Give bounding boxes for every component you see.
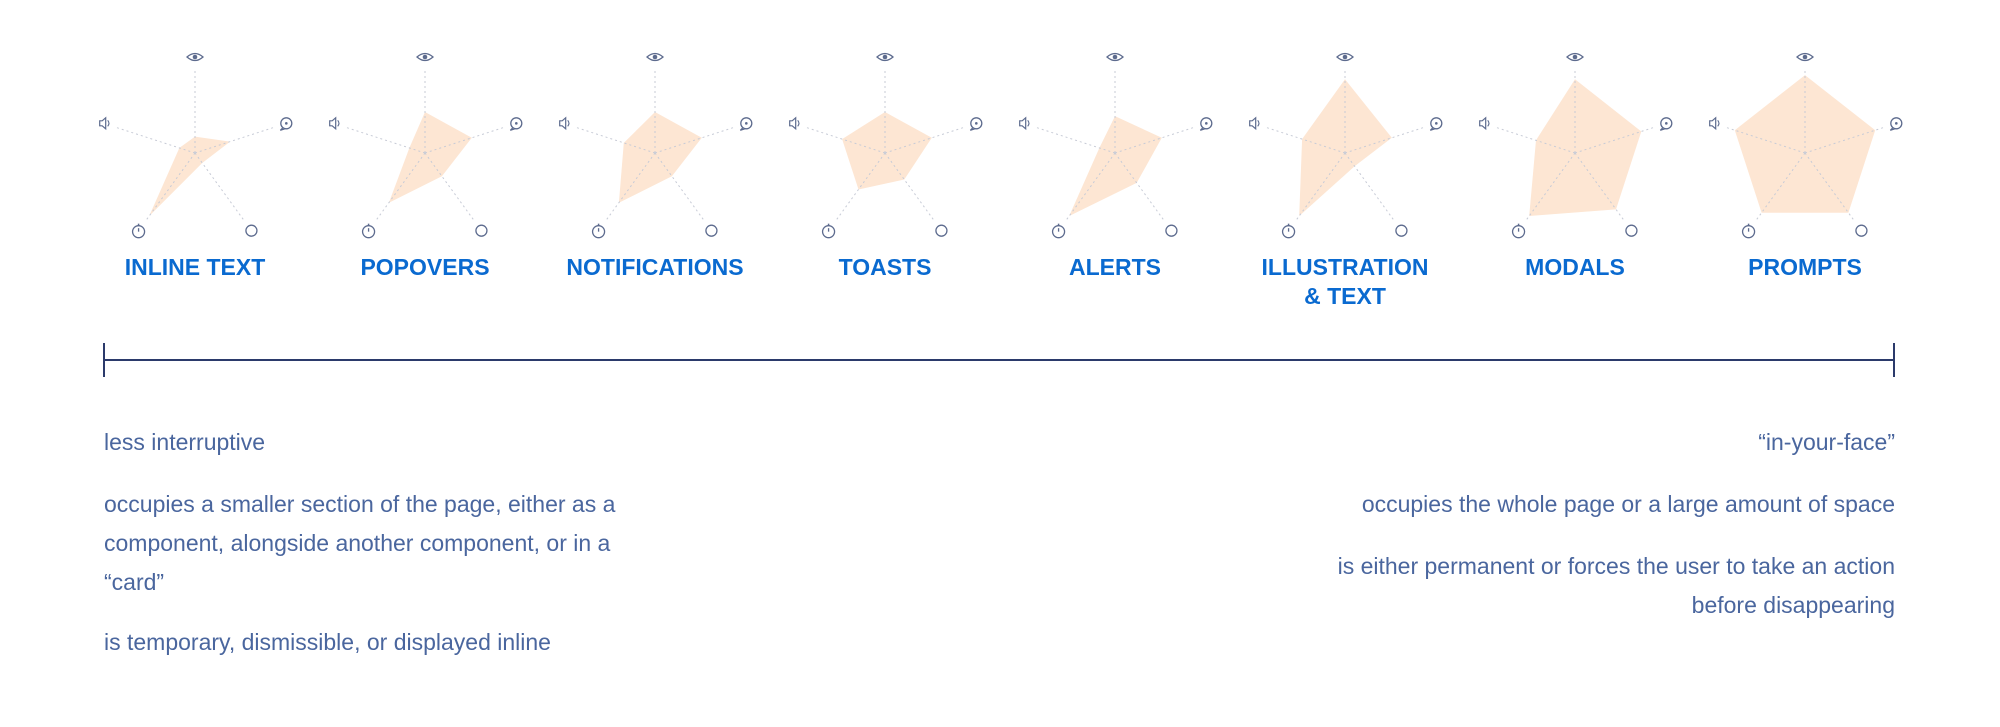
left-line-1: less interruptive: [104, 429, 266, 455]
chat-icon: [739, 117, 753, 131]
eye-icon: [186, 52, 204, 62]
chat-icon: [1889, 117, 1903, 131]
clock-icon: [1855, 224, 1868, 237]
clock-icon: [1165, 224, 1178, 237]
radar-area: [388, 112, 472, 203]
chat-icon: [279, 117, 293, 131]
speaker-icon: [559, 116, 570, 131]
speaker-icon: [1709, 116, 1720, 131]
timer-icon: [591, 223, 606, 239]
chat-icon: [1429, 117, 1443, 131]
radar-chart: [99, 52, 293, 239]
chart-label: PROMPTS: [1748, 254, 1862, 280]
eye-icon: [1796, 52, 1814, 62]
radar-chart: [789, 52, 983, 239]
timer-icon: [1051, 223, 1066, 239]
radar-area: [1734, 75, 1876, 213]
eye-icon: [1336, 52, 1354, 62]
right-line-2: occupies the whole page or a large amoun…: [1361, 491, 1895, 517]
radar-chart: [559, 52, 753, 239]
radar-chart: [329, 52, 523, 239]
radar-chart: [1019, 52, 1213, 239]
chart-label: ILLUSTRATION & TEXT: [1261, 254, 1429, 309]
speaker-icon: [1019, 116, 1030, 131]
speaker-icon: [99, 116, 110, 131]
spectrum-left-tick: [103, 343, 105, 377]
eye-icon: [1566, 52, 1584, 62]
radar-chart: [1479, 52, 1673, 239]
radar-area: [842, 112, 932, 190]
timer-icon: [361, 223, 376, 239]
spectrum-line: [104, 359, 1895, 361]
timer-icon: [131, 223, 146, 239]
left-line-3: is temporary, dismissible, or displayed …: [104, 629, 551, 655]
clock-icon: [1625, 224, 1638, 237]
timer-icon: [821, 223, 836, 239]
eye-icon: [416, 52, 434, 62]
spectrum-right-tick: [1893, 343, 1895, 377]
radar-chart: [1709, 52, 1903, 239]
timer-icon: [1741, 223, 1756, 239]
chart-label: TOASTS: [838, 254, 932, 280]
speaker-icon: [329, 116, 340, 131]
chart-label: NOTIFICATIONS: [566, 254, 744, 280]
speaker-icon: [1479, 116, 1490, 131]
eye-icon: [646, 52, 664, 62]
clock-icon: [705, 224, 718, 237]
chat-icon: [1659, 117, 1673, 131]
timer-icon: [1511, 223, 1526, 239]
chat-icon: [509, 117, 523, 131]
chart-label: INLINE TEXT: [124, 254, 266, 280]
chat-icon: [969, 117, 983, 131]
clock-icon: [935, 224, 948, 237]
speaker-icon: [789, 116, 800, 131]
timer-icon: [1281, 223, 1296, 239]
chart-label: MODALS: [1525, 254, 1625, 280]
radar-area: [1529, 79, 1642, 216]
clock-icon: [475, 224, 488, 237]
chart-label: POPOVERS: [360, 254, 490, 280]
left-line-2: occupies a smaller section of the page, …: [104, 491, 616, 595]
eye-icon: [876, 52, 894, 62]
radar-area: [149, 136, 231, 216]
radar-area: [618, 112, 702, 203]
radar-chart: [1249, 52, 1443, 239]
right-line-3: is either permanent or forces the user t…: [1337, 553, 1895, 618]
right-line-1: “in-your-face”: [1758, 429, 1895, 455]
chat-icon: [1199, 117, 1213, 131]
speaker-icon: [1249, 116, 1260, 131]
chart-label: ALERTS: [1069, 254, 1161, 280]
clock-icon: [1395, 224, 1408, 237]
eye-icon: [1106, 52, 1124, 62]
clock-icon: [245, 224, 258, 237]
